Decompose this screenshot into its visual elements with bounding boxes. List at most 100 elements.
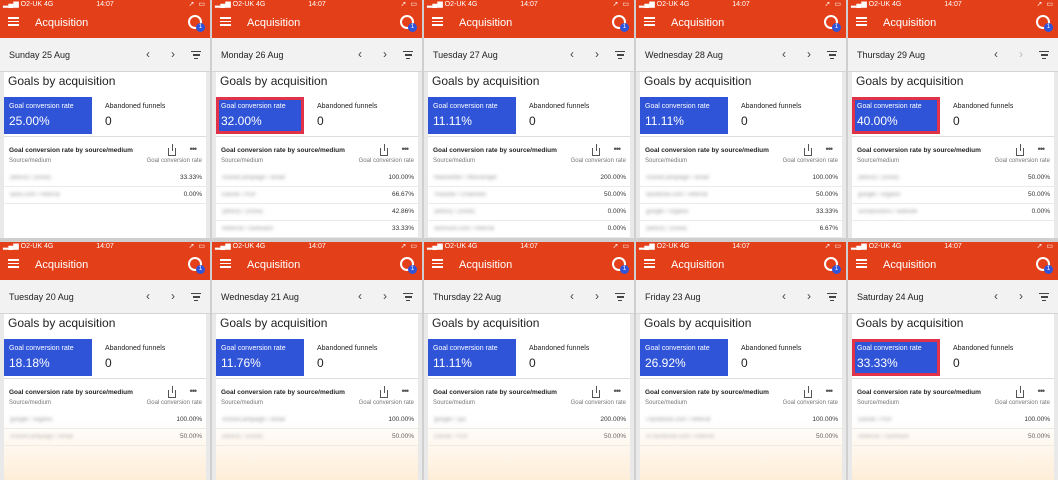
next-day-chevron-icon[interactable]: › bbox=[595, 289, 599, 303]
hamburger-menu-icon[interactable] bbox=[220, 17, 231, 26]
filter-icon[interactable] bbox=[615, 293, 625, 301]
previous-day-chevron-icon[interactable]: ‹ bbox=[146, 47, 150, 61]
more-options-icon[interactable]: ••• bbox=[614, 387, 622, 396]
goal-conversion-rate-metric[interactable]: Goal conversion rate 11.11% bbox=[640, 97, 728, 134]
next-day-chevron-icon[interactable]: › bbox=[383, 289, 387, 303]
table-row[interactable]: (direct) / (none) 0.00% bbox=[428, 204, 630, 221]
previous-day-chevron-icon[interactable]: ‹ bbox=[994, 289, 998, 303]
abandoned-funnels-metric[interactable]: Abandoned funnels 0 bbox=[948, 97, 1052, 134]
filter-icon[interactable] bbox=[1039, 293, 1049, 301]
table-row[interactable]: Newsletter / Messenger 200.00% bbox=[428, 170, 630, 187]
more-options-icon[interactable]: ••• bbox=[1038, 387, 1046, 396]
hamburger-menu-icon[interactable] bbox=[220, 259, 231, 268]
account-icon[interactable]: 1 bbox=[400, 15, 417, 32]
abandoned-funnels-metric[interactable]: Abandoned funnels 0 bbox=[948, 339, 1052, 376]
table-row[interactable]: facebook.com / referral 50.00% bbox=[640, 187, 842, 204]
previous-day-chevron-icon[interactable]: ‹ bbox=[782, 289, 786, 303]
table-row[interactable]: ActiveCampaign / email 100.00% bbox=[216, 412, 418, 429]
table-row[interactable]: m.facebook.com / referral 50.00% bbox=[640, 429, 842, 446]
account-icon[interactable]: 1 bbox=[400, 257, 417, 274]
table-row[interactable]: EBook / PDF 50.00% bbox=[428, 429, 630, 446]
table-row[interactable]: l.facebook.com / referral 100.00% bbox=[640, 412, 842, 429]
goal-conversion-rate-metric[interactable]: Goal conversion rate 32.00% bbox=[216, 97, 304, 134]
share-icon[interactable] bbox=[804, 144, 812, 156]
table-row[interactable]: Youtube / Channels 50.00% bbox=[428, 187, 630, 204]
abandoned-funnels-metric[interactable]: Abandoned funnels 0 bbox=[312, 339, 416, 376]
filter-icon[interactable] bbox=[191, 51, 201, 59]
account-icon[interactable]: 1 bbox=[612, 15, 629, 32]
table-row[interactable]: ActiveCampaign / email 100.00% bbox=[216, 170, 418, 187]
previous-day-chevron-icon[interactable]: ‹ bbox=[994, 47, 998, 61]
more-options-icon[interactable]: ••• bbox=[826, 145, 834, 154]
hamburger-menu-icon[interactable] bbox=[856, 259, 867, 268]
abandoned-funnels-metric[interactable]: Abandoned funnels 0 bbox=[100, 97, 204, 134]
share-icon[interactable] bbox=[380, 144, 388, 156]
table-row[interactable]: google / organic 100.00% bbox=[4, 412, 206, 429]
next-day-chevron-icon[interactable]: › bbox=[1019, 289, 1023, 303]
account-icon[interactable]: 1 bbox=[824, 15, 841, 32]
account-icon[interactable]: 1 bbox=[1036, 257, 1053, 274]
hamburger-menu-icon[interactable] bbox=[432, 259, 443, 268]
next-day-chevron-icon[interactable]: › bbox=[595, 47, 599, 61]
previous-day-chevron-icon[interactable]: ‹ bbox=[358, 47, 362, 61]
table-row[interactable]: google / organic 50.00% bbox=[852, 187, 1054, 204]
goal-conversion-rate-metric[interactable]: Goal conversion rate 25.00% bbox=[4, 97, 92, 134]
share-icon[interactable] bbox=[380, 386, 388, 398]
abandoned-funnels-metric[interactable]: Abandoned funnels 0 bbox=[736, 339, 840, 376]
table-row[interactable]: google / cpc 200.00% bbox=[428, 412, 630, 429]
goal-conversion-rate-metric[interactable]: Goal conversion rate 11.11% bbox=[428, 339, 516, 376]
abandoned-funnels-metric[interactable]: Abandoned funnels 0 bbox=[524, 97, 628, 134]
previous-day-chevron-icon[interactable]: ‹ bbox=[570, 289, 574, 303]
more-options-icon[interactable]: ••• bbox=[614, 145, 622, 154]
more-options-icon[interactable]: ••• bbox=[402, 387, 410, 396]
filter-icon[interactable] bbox=[827, 293, 837, 301]
filter-icon[interactable] bbox=[1039, 51, 1049, 59]
previous-day-chevron-icon[interactable]: ‹ bbox=[570, 47, 574, 61]
next-day-chevron-icon[interactable]: › bbox=[383, 47, 387, 61]
more-options-icon[interactable]: ••• bbox=[826, 387, 834, 396]
hamburger-menu-icon[interactable] bbox=[432, 17, 443, 26]
abandoned-funnels-metric[interactable]: Abandoned funnels 0 bbox=[100, 339, 204, 376]
table-row[interactable]: Referral / Outreach 33.33% bbox=[216, 221, 418, 238]
filter-icon[interactable] bbox=[827, 51, 837, 59]
table-row[interactable]: (direct) / (none) 33.33% bbox=[4, 170, 206, 187]
share-icon[interactable] bbox=[168, 386, 176, 398]
abandoned-funnels-metric[interactable]: Abandoned funnels 0 bbox=[312, 97, 416, 134]
hamburger-menu-icon[interactable] bbox=[644, 259, 655, 268]
share-icon[interactable] bbox=[592, 144, 600, 156]
next-day-chevron-icon[interactable]: › bbox=[171, 47, 175, 61]
previous-day-chevron-icon[interactable]: ‹ bbox=[782, 47, 786, 61]
goal-conversion-rate-metric[interactable]: Goal conversion rate 11.11% bbox=[428, 97, 516, 134]
filter-icon[interactable] bbox=[191, 293, 201, 301]
abandoned-funnels-metric[interactable]: Abandoned funnels 0 bbox=[524, 339, 628, 376]
table-row[interactable]: (direct) / (none) 42.86% bbox=[216, 204, 418, 221]
account-icon[interactable]: 1 bbox=[188, 15, 205, 32]
share-icon[interactable] bbox=[592, 386, 600, 398]
previous-day-chevron-icon[interactable]: ‹ bbox=[358, 289, 362, 303]
previous-day-chevron-icon[interactable]: ‹ bbox=[146, 289, 150, 303]
table-row[interactable]: Referral / Outreach 50.00% bbox=[852, 429, 1054, 446]
goal-conversion-rate-metric[interactable]: Goal conversion rate 26.92% bbox=[640, 339, 728, 376]
table-row[interactable]: (direct) / (none) 50.00% bbox=[852, 170, 1054, 187]
more-options-icon[interactable]: ••• bbox=[402, 145, 410, 154]
goal-conversion-rate-metric[interactable]: Goal conversion rate 18.18% bbox=[4, 339, 92, 376]
goal-conversion-rate-metric[interactable]: Goal conversion rate 11.76% bbox=[216, 339, 304, 376]
more-options-icon[interactable]: ••• bbox=[1038, 145, 1046, 154]
table-row[interactable]: google / organic 33.33% bbox=[640, 204, 842, 221]
share-icon[interactable] bbox=[168, 144, 176, 156]
table-row[interactable]: socialvisitors / website 0.00% bbox=[852, 204, 1054, 221]
next-day-chevron-icon[interactable]: › bbox=[807, 47, 811, 61]
account-icon[interactable]: 1 bbox=[612, 257, 629, 274]
account-icon[interactable]: 1 bbox=[1036, 15, 1053, 32]
table-row[interactable]: semrush.com / referral 0.00% bbox=[428, 221, 630, 238]
table-row[interactable]: (direct) / (none) 50.00% bbox=[216, 429, 418, 446]
abandoned-funnels-metric[interactable]: Abandoned funnels 0 bbox=[736, 97, 840, 134]
table-row[interactable]: lastu.com / referral 0.00% bbox=[4, 187, 206, 204]
share-icon[interactable] bbox=[804, 386, 812, 398]
filter-icon[interactable] bbox=[615, 51, 625, 59]
table-row[interactable]: EBook / PDF 100.00% bbox=[852, 412, 1054, 429]
hamburger-menu-icon[interactable] bbox=[644, 17, 655, 26]
next-day-chevron-icon[interactable]: › bbox=[171, 289, 175, 303]
share-icon[interactable] bbox=[1016, 386, 1024, 398]
goal-conversion-rate-metric[interactable]: Goal conversion rate 40.00% bbox=[852, 97, 940, 134]
